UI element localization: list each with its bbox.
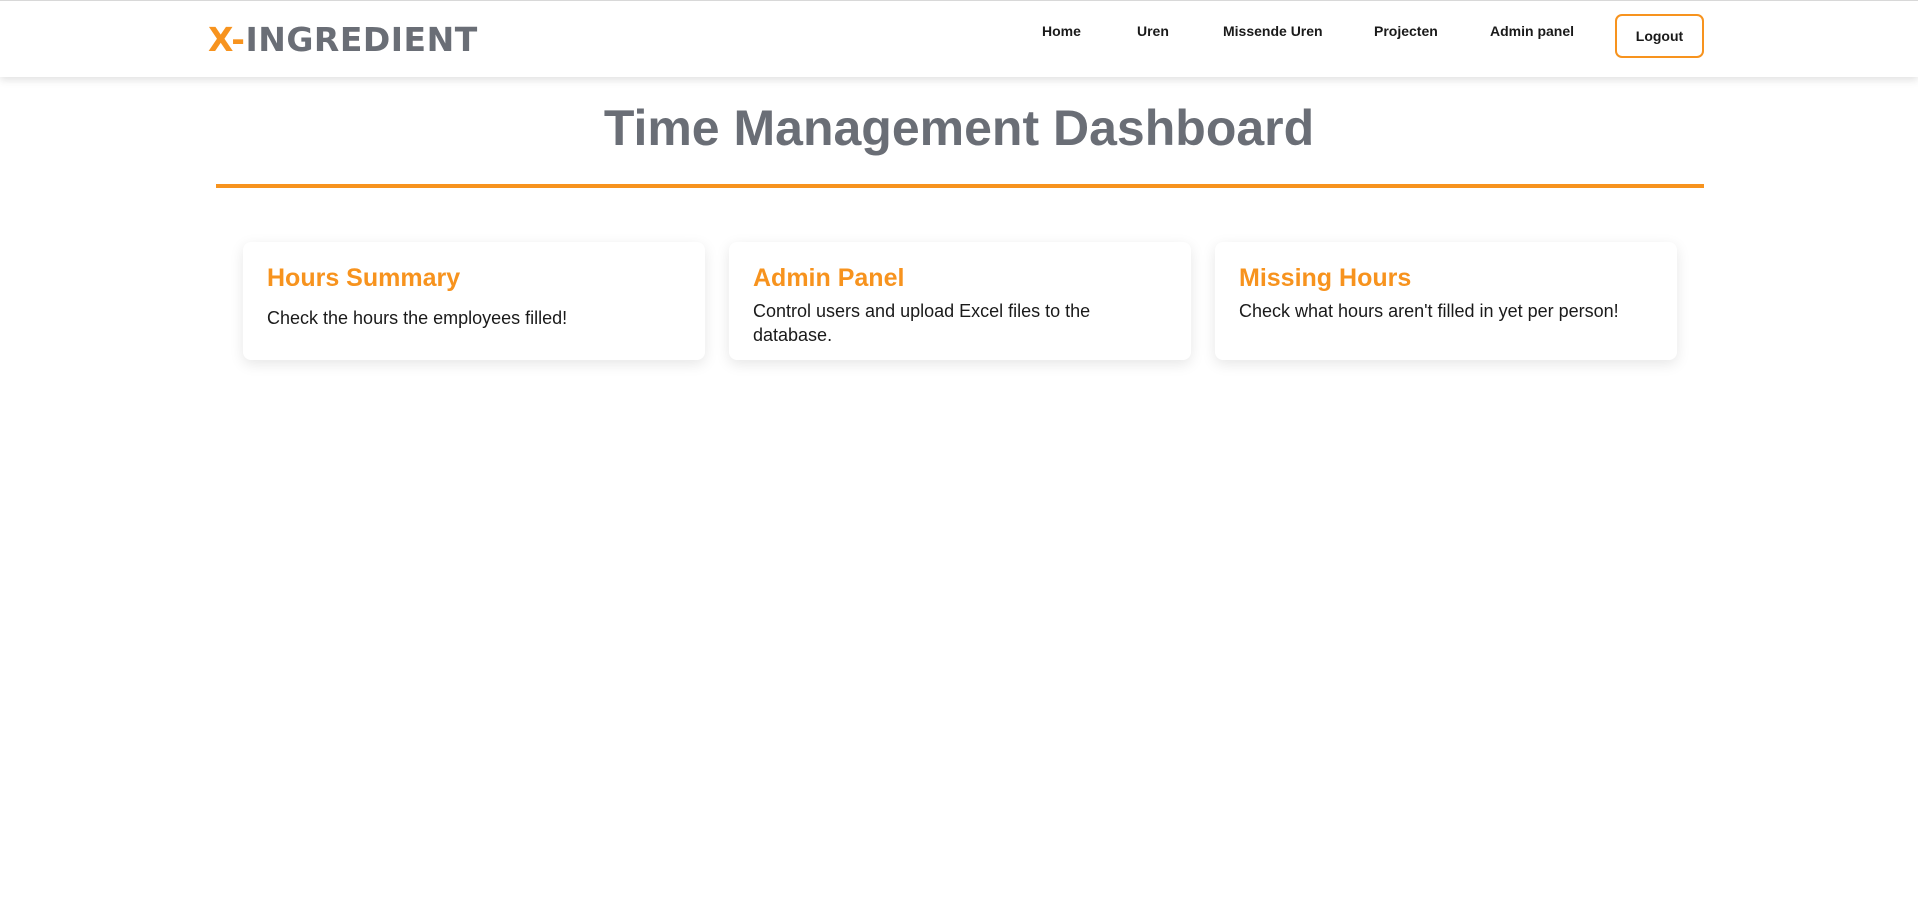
brand-logo[interactable]: X-INGREDIENT [208, 21, 478, 59]
card-title: Missing Hours [1239, 264, 1412, 292]
nav-item-projecten[interactable]: Projecten [1374, 23, 1438, 39]
card-description: Control users and upload Excel files to … [753, 301, 1091, 345]
nav-item-home[interactable]: Home [1042, 23, 1081, 39]
card-title: Admin Panel [753, 264, 905, 292]
nav-item-admin-panel[interactable]: Admin panel [1490, 23, 1574, 39]
card-description: Check what hours aren't filled in yet pe… [1239, 301, 1619, 321]
logout-button[interactable]: Logout [1615, 14, 1704, 58]
nav-item-uren[interactable]: Uren [1137, 23, 1169, 39]
card-missing-hours[interactable]: Missing Hours Check what hours aren't fi… [1215, 242, 1677, 360]
logo-prefix: X- [208, 20, 246, 59]
nav-item-missende-uren[interactable]: Missende Uren [1223, 23, 1323, 39]
page-title: Time Management Dashboard [603, 100, 1315, 156]
card-hours-summary[interactable]: Hours Summary Check the hours the employ… [243, 242, 705, 360]
title-divider [216, 184, 1704, 188]
logo-name: INGREDIENT [245, 20, 478, 59]
card-description: Check the hours the employees filled! [267, 308, 568, 328]
card-admin-panel[interactable]: Admin Panel Control users and upload Exc… [729, 242, 1191, 360]
card-title: Hours Summary [267, 264, 461, 292]
navbar: X-INGREDIENT Home Uren Missende Uren Pro… [0, 0, 1918, 77]
